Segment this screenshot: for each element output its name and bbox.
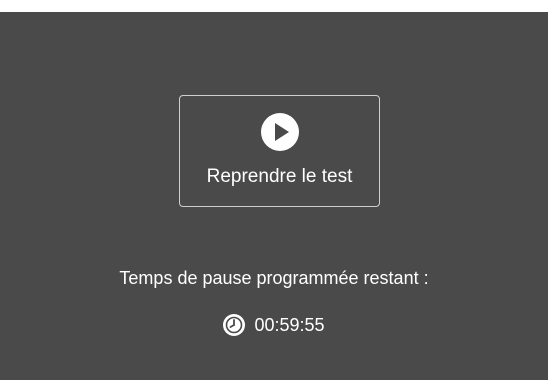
resume-test-label: Reprendre le test	[206, 166, 353, 187]
pause-timer: 00:59:55	[0, 314, 548, 336]
clock-icon	[223, 314, 246, 336]
resume-test-button[interactable]: Reprendre le test	[179, 95, 380, 207]
pause-overlay-panel: Reprendre le test Temps de pause program…	[0, 12, 548, 380]
pause-timer-value: 00:59:55	[254, 314, 325, 335]
pause-remaining-label: Temps de pause programmée restant :	[119, 268, 429, 288]
play-icon	[261, 113, 299, 151]
